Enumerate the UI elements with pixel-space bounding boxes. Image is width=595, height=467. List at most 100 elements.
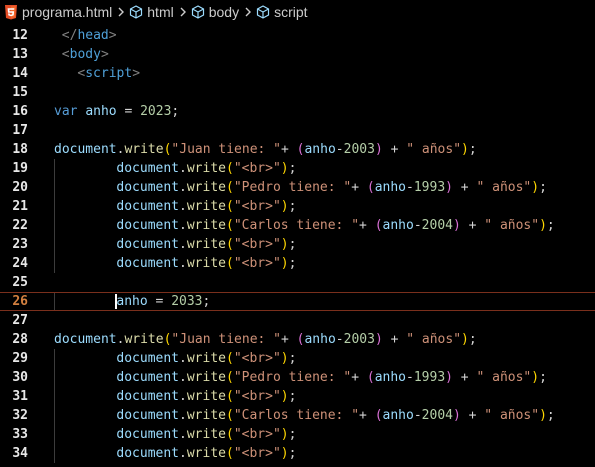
code-text: <script> <box>77 64 140 83</box>
code-token: < <box>61 47 70 62</box>
indent-guide <box>54 293 55 310</box>
text-cursor <box>115 294 117 309</box>
code-text: </head> <box>62 26 117 45</box>
code-line[interactable]: 34 document.write("<br>"); <box>0 444 595 463</box>
code-line[interactable]: 14 <script> <box>0 64 595 83</box>
code-token: document <box>116 370 180 385</box>
code-token: anho <box>374 180 407 195</box>
code-text: document.write("<br>"); <box>116 425 296 444</box>
code-text: document.write("Juan tiene: "+ (anho-200… <box>54 330 477 349</box>
code-line[interactable]: 17 <box>0 121 595 140</box>
code-token: . <box>179 351 187 366</box>
breadcrumb-item-label: script <box>274 3 308 20</box>
code-line[interactable]: 18 document.write("Juan tiene: "+ (anho-2… <box>0 140 595 159</box>
code-line[interactable]: 15 <box>0 83 595 102</box>
code-token: ; <box>468 332 477 347</box>
code-token: ( <box>225 389 234 404</box>
code-line[interactable]: 13 <body> <box>0 45 595 64</box>
code-text: document.write("Juan tiene: "+ (anho-200… <box>54 140 477 159</box>
code-token: </ <box>61 28 78 43</box>
code-token: ) <box>452 408 461 423</box>
code-token: ) <box>280 427 289 442</box>
code-token: + <box>452 370 477 385</box>
code-token: ) <box>280 237 289 252</box>
line-number: 26 <box>12 294 28 309</box>
code-token: ; <box>288 199 297 214</box>
code-token: ; <box>546 408 555 423</box>
code-token: " años" <box>476 180 532 195</box>
code-line[interactable]: 24 document.write("<br>"); <box>0 254 595 273</box>
code-token: . <box>179 199 187 214</box>
code-line[interactable]: 26 anho = 2033; <box>0 292 595 311</box>
code-line[interactable]: 30 document.write("Pedro tiene: "+ (anho-… <box>0 368 595 387</box>
code-line[interactable]: 16 var anho = 2023; <box>0 102 595 121</box>
code-line[interactable]: 29 document.write("<br>"); <box>0 349 595 368</box>
code-editor[interactable]: 12 </head> 13 <body> 14 <script> 15 16 var anho … <box>0 26 595 467</box>
breadcrumb-item-body[interactable]: body <box>191 0 239 23</box>
chevron-right-icon <box>243 6 253 18</box>
code-token: write <box>186 199 226 214</box>
code-token: anho <box>382 408 414 423</box>
code-text: document.write("Pedro tiene: "+ (anho-19… <box>116 368 547 387</box>
chevron-right-icon <box>116 6 126 18</box>
code-token: ) <box>280 351 289 366</box>
line-number: 34 <box>12 446 28 461</box>
code-text: document.write("<br>"); <box>116 197 296 216</box>
code-token: + <box>452 180 477 195</box>
code-token: ( <box>225 218 234 233</box>
chevron-right-icon <box>178 6 188 18</box>
code-token: document <box>116 351 180 366</box>
code-line[interactable]: 28 document.write("Juan tiene: "+ (anho-2… <box>0 330 595 349</box>
code-line[interactable]: 20 document.write("Pedro tiene: "+ (anho-… <box>0 178 595 197</box>
code-text: document.write("<br>"); <box>116 235 296 254</box>
code-token: document <box>54 142 117 157</box>
code-token: + <box>359 408 375 423</box>
breadcrumb-item-label: body <box>208 3 240 20</box>
code-token: document <box>116 408 180 423</box>
indent-guide <box>54 197 55 216</box>
line-number: 15 <box>12 85 28 100</box>
code-token: "Juan tiene: " <box>171 332 281 347</box>
code-line[interactable]: 21 document.write("<br>"); <box>0 197 595 216</box>
line-number: 18 <box>12 142 28 157</box>
line-number: 25 <box>12 275 28 290</box>
html5-file-icon <box>4 4 18 20</box>
code-line[interactable]: 22 document.write("Carlos tiene: "+ (anho… <box>0 216 595 235</box>
code-line[interactable]: 32 document.write("Carlos tiene: "+ (anho… <box>0 406 595 425</box>
code-line[interactable]: 25 <box>0 273 595 292</box>
code-token: ) <box>461 142 469 157</box>
line-number: 17 <box>12 123 28 138</box>
code-text: document.write("Carlos tiene: "+ (anho-2… <box>116 216 554 235</box>
code-token: " años" <box>484 408 540 423</box>
code-token: ) <box>445 370 453 385</box>
indent-guide <box>54 349 55 368</box>
code-token: ) <box>531 180 540 195</box>
breadcrumb-item-script[interactable]: script <box>256 0 308 23</box>
code-token: 2003 <box>343 332 375 347</box>
breadcrumb-file[interactable]: programa.html <box>4 0 112 23</box>
symbol-element-icon <box>129 4 143 19</box>
code-line[interactable]: 31 document.write("<br>"); <box>0 387 595 406</box>
code-token: + <box>351 180 367 195</box>
code-token: "<br>" <box>233 351 281 366</box>
code-token: ) <box>539 218 547 233</box>
code-token: ) <box>461 332 469 347</box>
code-line[interactable]: 27 <box>0 311 595 330</box>
line-number: 24 <box>12 256 28 271</box>
breadcrumb-item-html[interactable]: html <box>129 0 174 23</box>
code-token: > <box>100 47 109 62</box>
code-line[interactable]: 12 </head> <box>0 26 595 45</box>
line-number: 19 <box>12 161 28 176</box>
code-line[interactable]: 23 document.write("<br>"); <box>0 235 595 254</box>
code-line[interactable]: 19 document.write("<br>"); <box>0 159 595 178</box>
code-token: head <box>77 28 109 43</box>
code-token: "<br>" <box>233 199 281 214</box>
code-line[interactable]: 33 document.write("<br>"); <box>0 425 595 444</box>
code-token: ; <box>468 142 477 157</box>
code-token: "Juan tiene: " <box>171 142 281 157</box>
indent-guide <box>54 235 55 254</box>
line-number: 33 <box>12 427 28 442</box>
code-token: ) <box>280 199 289 214</box>
line-number: 12 <box>12 28 28 43</box>
code-token: ( <box>374 218 383 233</box>
